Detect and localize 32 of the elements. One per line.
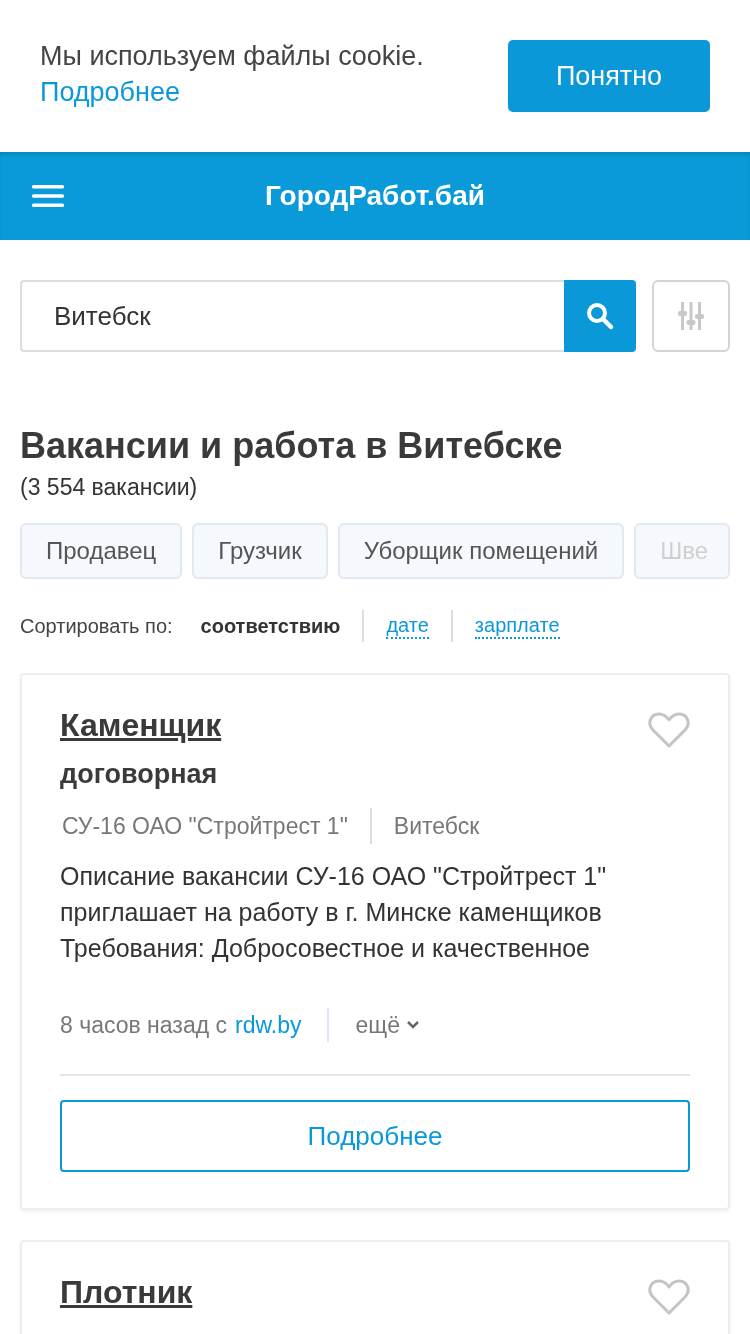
vacancy-description: Описание вакансии СУ-16 ОАО "Стройтрест 1" приглашает на работу в г. Минске каменщиков Требования: Добросовестное и качественное xyxy=(60,861,608,964)
sort-option[interactable]: дате xyxy=(386,613,429,639)
sort-label: Сортировать по: xyxy=(20,614,173,638)
menu-icon[interactable] xyxy=(32,184,64,208)
salary-text: договорная xyxy=(60,759,219,790)
source-link[interactable]: rdw.by xyxy=(235,1011,302,1039)
category-chip[interactable]: Грузчик xyxy=(192,523,328,579)
sort-option[interactable]: соответствию xyxy=(200,614,341,638)
vacancy-title[interactable]: Плотник xyxy=(60,1274,193,1311)
vacancy-count: (3 554 вакансии) xyxy=(20,474,199,501)
details-button[interactable]: Подробнее xyxy=(60,1100,690,1172)
vacancy-title[interactable]: Каменщик xyxy=(60,707,222,744)
sliders-icon xyxy=(678,300,704,332)
category-chip[interactable]: Уборщик помещений xyxy=(337,523,625,579)
search-button[interactable] xyxy=(564,280,636,352)
cookie-text: Мы используем файлы cookie. xyxy=(40,40,424,73)
page-title: Вакансии и работа в Витебске xyxy=(20,424,564,468)
filter-button[interactable] xyxy=(652,280,730,352)
chevron-down-icon xyxy=(406,1020,420,1030)
category-chip[interactable]: Продавец xyxy=(20,523,183,579)
city-name: Витебск xyxy=(393,812,480,840)
sort-option[interactable]: зарплате xyxy=(474,613,560,639)
search-field[interactable]: Витебск xyxy=(20,280,564,352)
more-link[interactable]: Подробнее xyxy=(40,74,424,110)
more-toggle[interactable]: ещё xyxy=(355,1011,400,1039)
search-icon xyxy=(585,301,615,331)
site-logo[interactable]: ГородРабот.бай xyxy=(265,180,485,212)
company-name: СУ-16 ОАО "Стройтрест 1" xyxy=(62,812,348,840)
heart-icon[interactable] xyxy=(648,1278,690,1316)
posted-time: 8 часов назад с xyxy=(60,1011,227,1039)
heart-icon[interactable] xyxy=(648,711,690,749)
accept-button[interactable]: Понятно xyxy=(508,40,710,112)
